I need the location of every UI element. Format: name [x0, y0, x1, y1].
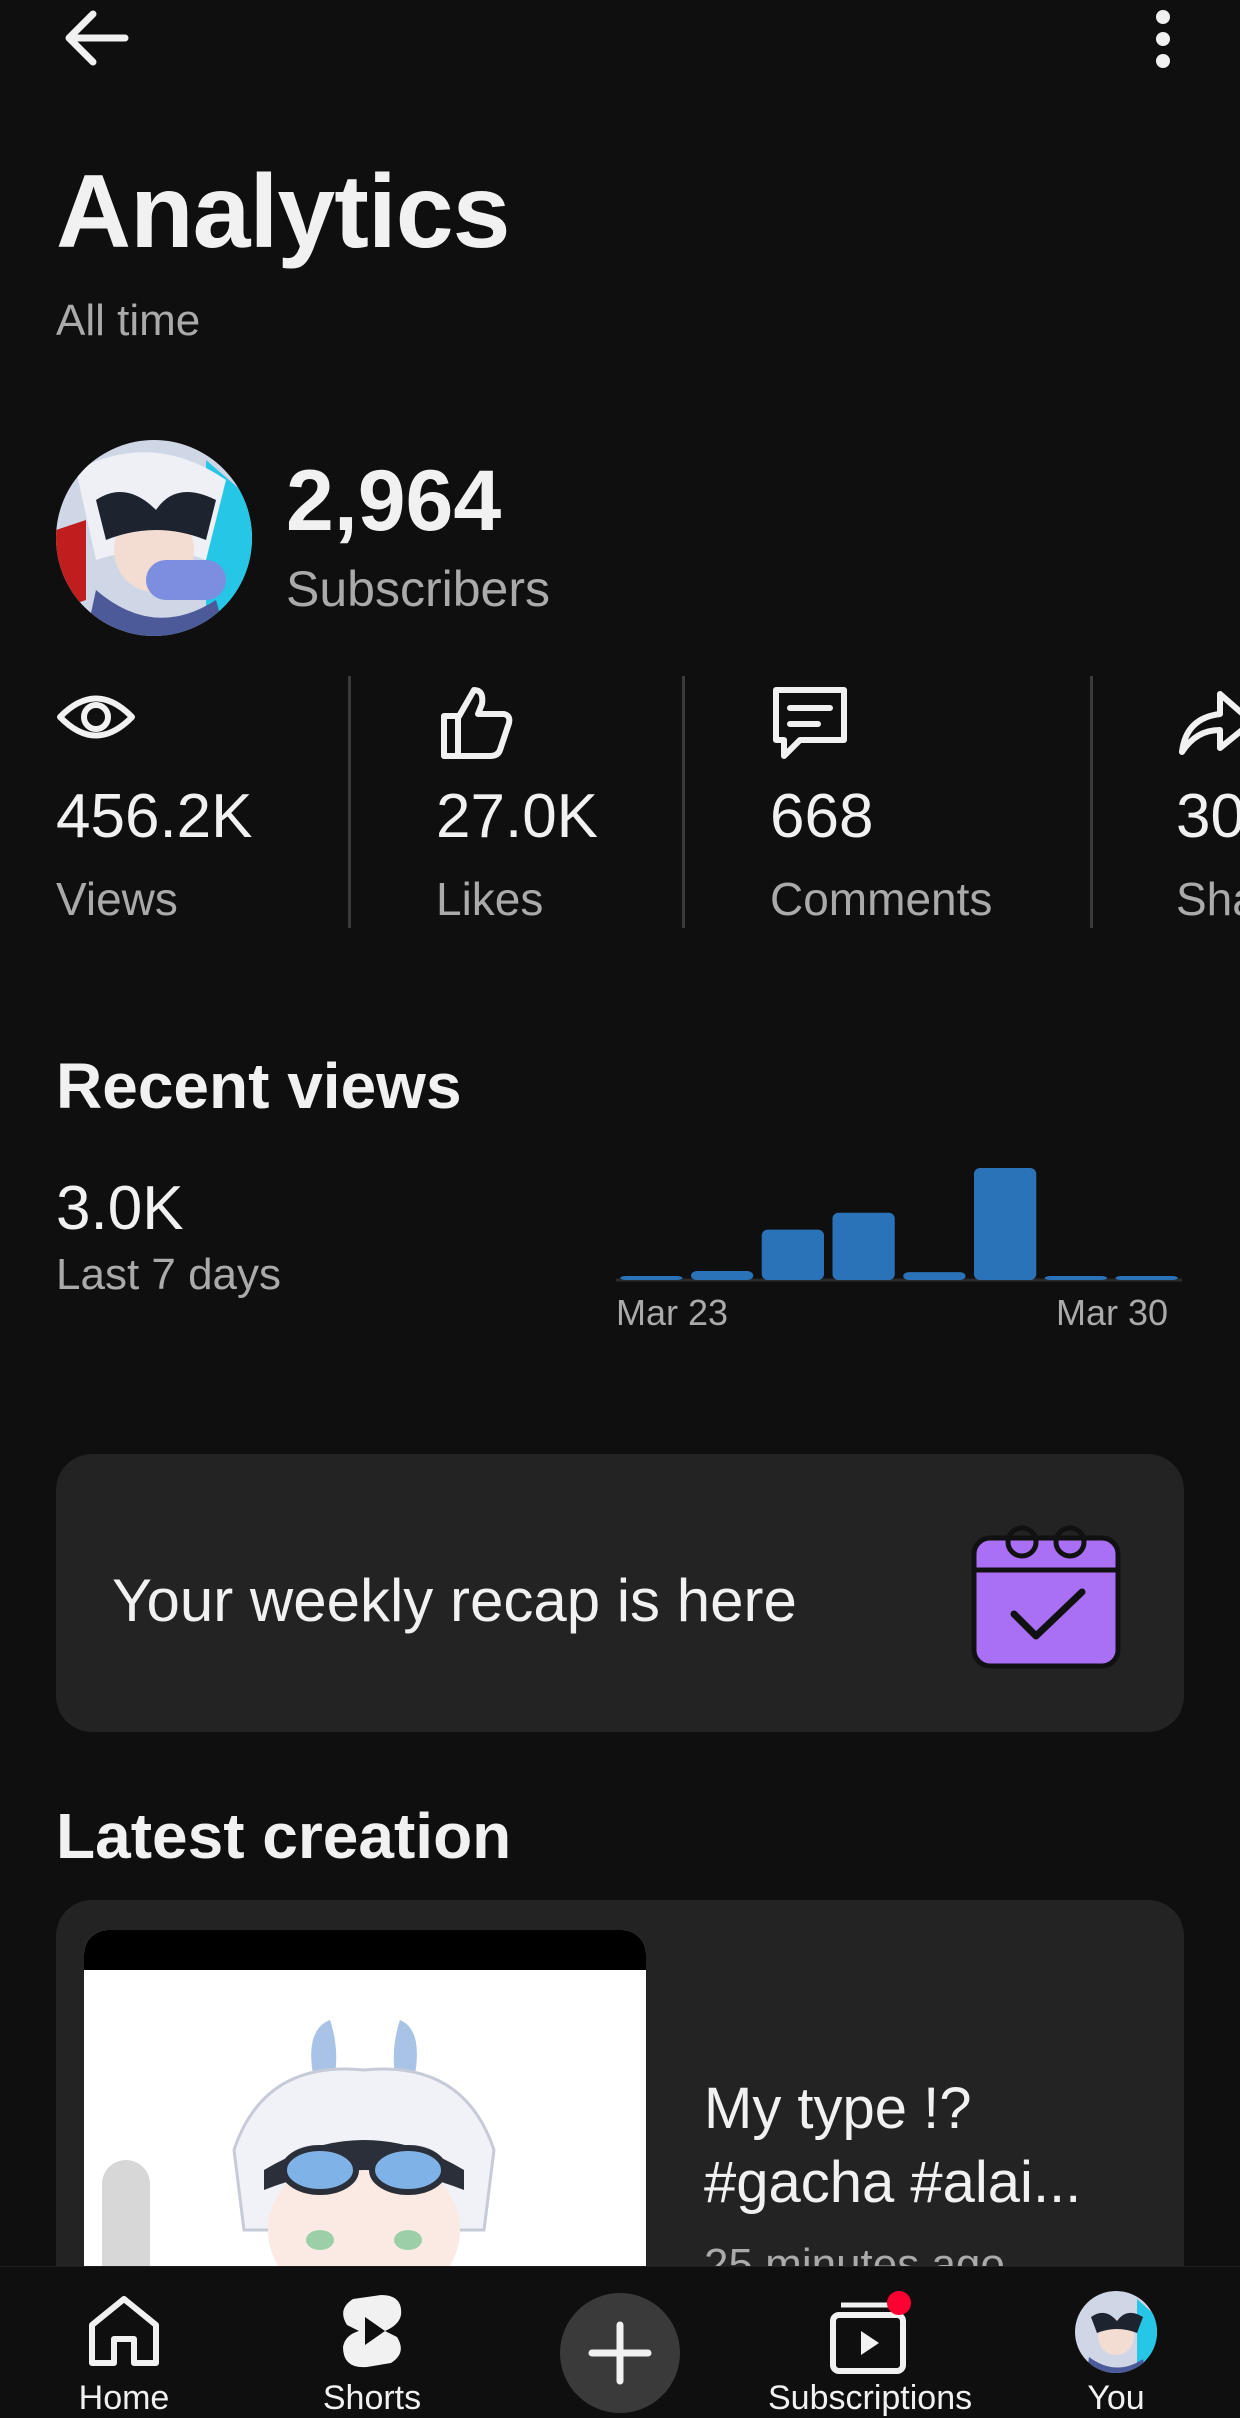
chart-bar — [832, 1212, 895, 1280]
nav-label: You — [1087, 2379, 1145, 2417]
stat-comments[interactable]: 668 Comments — [770, 676, 1070, 928]
eye-icon — [56, 682, 136, 757]
stat-label: Likes — [436, 873, 544, 925]
latest-creation-heading: Latest creation — [56, 1800, 512, 1872]
subscriber-count: 2,964 — [286, 453, 502, 549]
stat-value: 456.2K — [56, 782, 253, 851]
stat-value: 27.0K — [436, 782, 599, 851]
chart-bar — [903, 1272, 966, 1280]
back-arrow-icon — [65, 10, 129, 66]
thumbs-up-icon — [436, 682, 516, 767]
subscriptions-icon — [823, 2291, 913, 2380]
chart-bar — [973, 1168, 1037, 1280]
chart-bar — [1115, 1276, 1178, 1280]
recent-views-value: 3.0K — [56, 1174, 184, 1243]
chart-bar — [761, 1229, 825, 1280]
recent-views-period: Last 7 days — [56, 1250, 282, 1299]
latest-creation-card[interactable]: My type !? #gacha #alai... 25 minutes ag… — [56, 1900, 1184, 2320]
stat-shares[interactable]: 30 Sha — [1176, 676, 1240, 928]
chart-start-label: Mar 23 — [616, 1292, 729, 1333]
nav-home[interactable]: Home — [24, 2267, 224, 2417]
stat-label: Views — [56, 873, 178, 925]
calendar-check-icon — [966, 1514, 1126, 1679]
divider — [348, 676, 351, 928]
avatar — [1075, 2291, 1157, 2373]
divider — [682, 676, 685, 928]
more-vert-icon — [1156, 10, 1170, 68]
nav-you[interactable]: You — [1016, 2267, 1216, 2417]
chart-bar — [1044, 1276, 1108, 1280]
nav-shorts[interactable]: Shorts — [272, 2267, 472, 2417]
nav-subscriptions[interactable]: Subscriptions — [768, 2267, 972, 2417]
recent-views-heading: Recent views — [56, 1050, 462, 1122]
nav-label: Home — [78, 2379, 170, 2417]
divider — [1090, 676, 1093, 928]
chart-bar — [690, 1271, 754, 1280]
shorts-icon — [337, 2291, 407, 2376]
subscriber-label: Subscribers — [286, 561, 550, 617]
share-icon — [1176, 682, 1240, 767]
chart-end-label: Mar 30 — [1056, 1292, 1169, 1333]
comment-icon — [770, 682, 850, 767]
create-button[interactable] — [560, 2293, 680, 2413]
stat-views[interactable]: 456.2K Views — [56, 676, 346, 928]
stats-row[interactable]: 456.2K Views 27.0K Likes 668 Comments 30 — [0, 676, 1240, 928]
recap-text: Your weekly recap is here — [112, 1567, 797, 1634]
stat-label: Sha — [1176, 873, 1240, 925]
plus-icon — [588, 2321, 652, 2385]
channel-avatar — [56, 440, 252, 636]
weekly-recap-card[interactable]: Your weekly recap is here — [56, 1454, 1184, 1732]
nav-label: Subscriptions — [768, 2379, 973, 2417]
stat-likes[interactable]: 27.0K Likes — [436, 676, 676, 928]
video-thumbnail[interactable] — [84, 1930, 646, 2320]
more-options-button[interactable] — [1128, 0, 1198, 76]
stat-value: 30 — [1176, 782, 1240, 851]
latest-video-title: My type !? #gacha #alai... — [704, 2076, 1082, 2215]
page-title: Analytics — [56, 154, 510, 270]
page-subtitle: All time — [56, 296, 201, 345]
nav-label: Shorts — [322, 2379, 422, 2417]
chart-bar — [620, 1276, 683, 1280]
home-icon — [84, 2291, 164, 2374]
back-button[interactable] — [40, 0, 150, 76]
stat-value: 668 — [770, 782, 874, 851]
bottom-nav: Home Shorts Subscriptions You — [0, 2266, 1240, 2417]
stat-label: Comments — [770, 873, 993, 925]
